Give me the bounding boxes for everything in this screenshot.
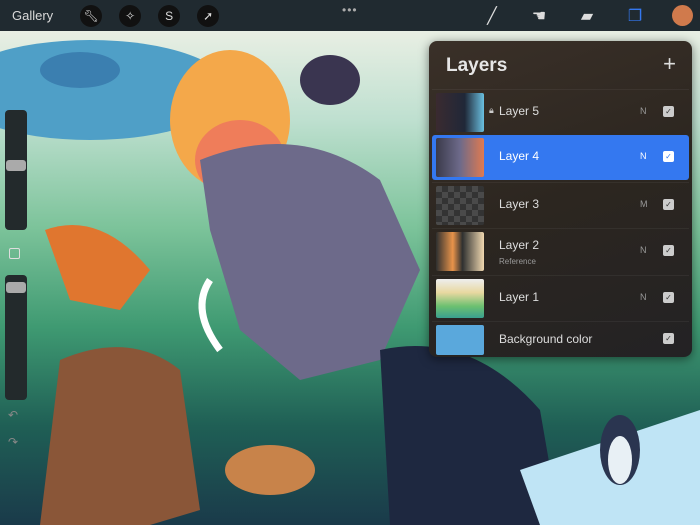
blend-mode-button[interactable]: M [640, 199, 648, 209]
opacity-slider[interactable] [5, 275, 27, 400]
opacity-knob[interactable] [6, 282, 26, 293]
layers-panel: Layers + 🔒︎ Layer 5 N ✓ Layer 4 N ✓ Laye… [429, 41, 692, 357]
add-layer-button[interactable]: + [663, 51, 676, 77]
gallery-button[interactable]: Gallery [12, 8, 53, 23]
layer-thumbnail [436, 138, 484, 177]
layer-name: Background color [499, 332, 593, 346]
layer-row-2[interactable]: Layer 2 Reference N ✓ [432, 228, 689, 273]
color-picker-button[interactable] [672, 5, 693, 26]
eyedropper-modifier-button[interactable] [9, 248, 20, 259]
visibility-checkbox[interactable]: ✓ [663, 245, 674, 256]
blend-mode-button[interactable]: N [640, 245, 647, 255]
blend-mode-button[interactable]: N [640, 151, 647, 161]
magic-wand-icon[interactable]: ✧ [119, 4, 142, 27]
visibility-checkbox[interactable]: ✓ [663, 199, 674, 210]
layer-thumbnail [436, 232, 484, 271]
background-color-row[interactable]: Background color ✓ [432, 321, 689, 355]
layer-name: Layer 4 [499, 149, 540, 163]
left-sidebar: ↶ ↷ [2, 105, 28, 455]
layer-name: Layer 1 [499, 290, 540, 304]
brush-size-knob[interactable] [6, 160, 26, 171]
blend-mode-button[interactable]: N [640, 106, 647, 116]
selection-icon[interactable]: S [158, 4, 181, 27]
layer-thumbnail [436, 279, 484, 318]
wrench-icon[interactable]: 🔧︎ [80, 4, 103, 27]
layer-row-3[interactable]: Layer 3 M ✓ [432, 182, 689, 227]
layer-row-1[interactable]: Layer 1 N ✓ [432, 275, 689, 320]
layer-name: Layer 5 [499, 104, 540, 118]
brush-size-slider[interactable] [5, 110, 27, 230]
visibility-checkbox[interactable]: ✓ [663, 292, 674, 303]
reference-label: Reference [499, 257, 536, 266]
visibility-checkbox[interactable]: ✓ [663, 333, 674, 344]
layer-thumbnail [436, 93, 484, 132]
smudge-icon[interactable]: ☚ [528, 5, 550, 27]
layers-icon[interactable]: ❐ [624, 5, 646, 27]
blend-mode-button[interactable]: N [640, 292, 647, 302]
layer-name: Layer 2 [499, 238, 540, 252]
transform-arrow-icon[interactable]: ➚ [197, 4, 220, 27]
visibility-checkbox[interactable]: ✓ [663, 151, 674, 162]
top-toolbar: Gallery 🔧︎ ✧ S ➚ ••• ╱ ☚ ▰ ❐ [0, 0, 700, 31]
layer-row-4[interactable]: Layer 4 N ✓ [432, 135, 689, 180]
lock-icon: 🔒︎ [489, 105, 494, 115]
background-color-swatch[interactable] [436, 325, 484, 355]
layer-row-5[interactable]: 🔒︎ Layer 5 N ✓ [432, 89, 689, 134]
layers-title: Layers [446, 55, 508, 76]
undo-icon[interactable]: ↶ [8, 408, 18, 422]
redo-icon[interactable]: ↷ [8, 435, 18, 449]
layer-name: Layer 3 [499, 197, 540, 211]
more-options-button[interactable]: ••• [342, 3, 358, 17]
eraser-icon[interactable]: ▰ [576, 5, 598, 27]
visibility-checkbox[interactable]: ✓ [663, 106, 674, 117]
brush-icon[interactable]: ╱ [481, 5, 503, 27]
layer-thumbnail [436, 186, 484, 225]
